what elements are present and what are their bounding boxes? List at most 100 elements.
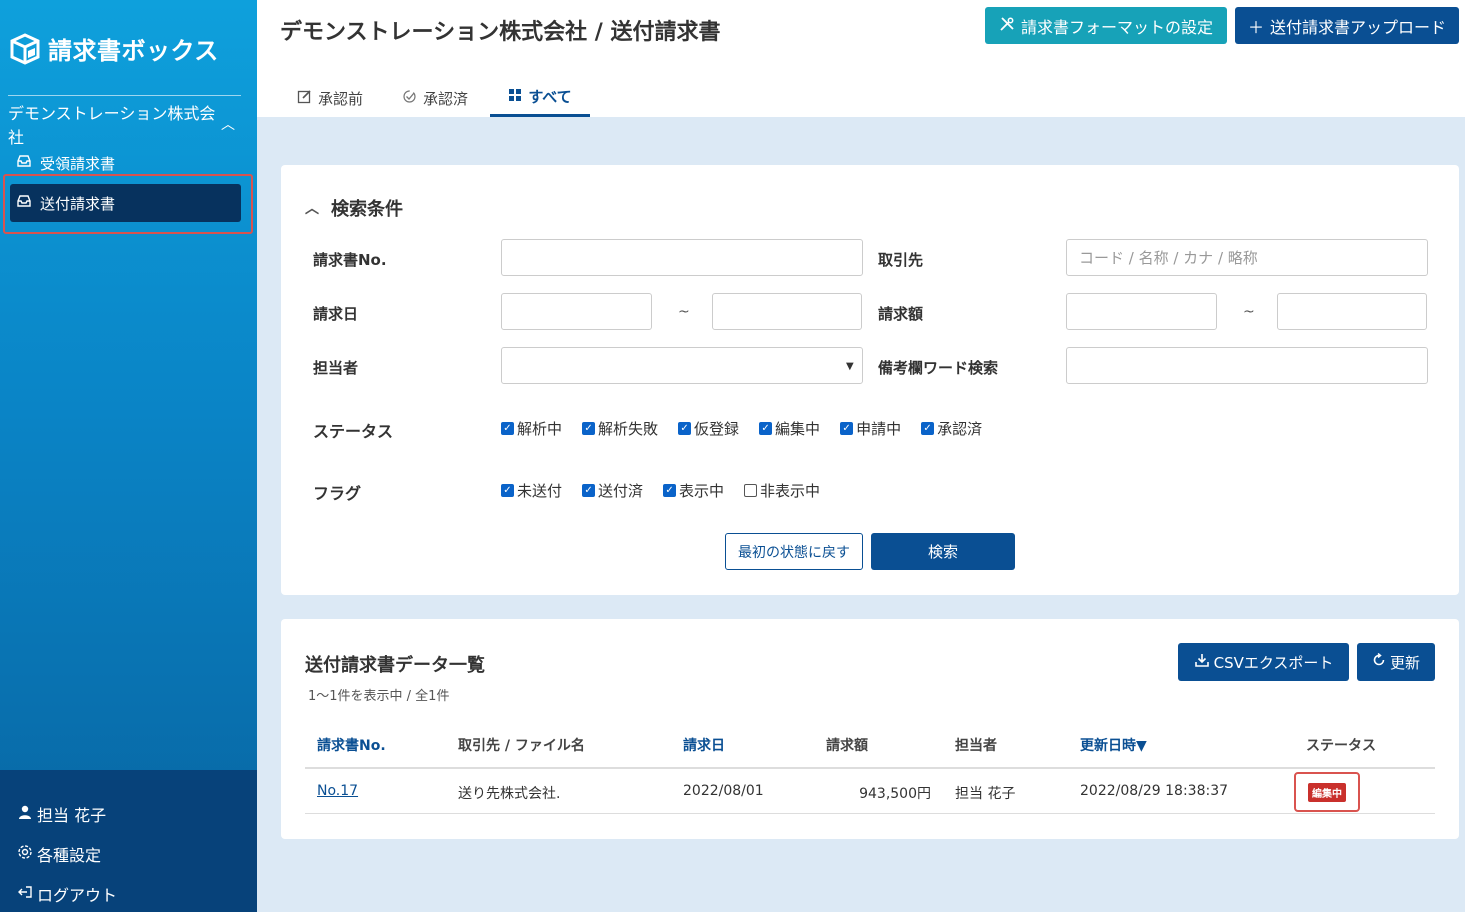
- checkbox-label: 表示中: [679, 482, 725, 500]
- checkbox-label: 申請中: [856, 420, 902, 438]
- checkbox-checked-icon: ✓: [921, 422, 935, 435]
- tab-all[interactable]: すべて: [490, 79, 590, 117]
- edit-icon: [297, 89, 312, 108]
- button-label: CSVエクスポート: [1213, 653, 1334, 672]
- user-name: 担当 花子: [37, 806, 107, 825]
- company-selector[interactable]: デモンストレーション株式会社 ︿: [8, 104, 241, 147]
- amount-cell: 943,500円: [859, 786, 931, 802]
- status-checkbox[interactable]: ✓ 承認済: [921, 418, 982, 439]
- settings-link[interactable]: 各種設定: [17, 842, 101, 866]
- button-label: 送付請求書アップロード: [1270, 17, 1447, 37]
- caret-down-icon: ▼: [846, 361, 854, 372]
- status-checkbox[interactable]: ✓ 解析失敗: [582, 418, 658, 439]
- user-profile-link[interactable]: 担当 花子: [17, 802, 106, 826]
- checkbox-label: 非表示中: [760, 482, 821, 500]
- checkbox-label: 承認済: [937, 420, 983, 438]
- status-badge: 編集中: [1308, 782, 1346, 802]
- tab-label: 承認前: [318, 89, 364, 108]
- search-button[interactable]: 検索: [871, 533, 1015, 570]
- check-circle-icon: [402, 89, 417, 108]
- sidebar-item-label: 受領請求書: [40, 154, 116, 173]
- upload-sent-invoice-button[interactable]: ＋ 送付請求書アップロード: [1235, 7, 1459, 44]
- partner-input[interactable]: [1066, 239, 1428, 276]
- checkbox-checked-icon: ✓: [663, 484, 677, 497]
- checkbox-checked-icon: ✓: [582, 484, 596, 497]
- download-icon: [1194, 652, 1210, 672]
- grid-icon: [508, 88, 522, 106]
- tab-approved[interactable]: 承認済: [402, 79, 468, 117]
- flag-checkbox[interactable]: ✓ 未送付: [501, 480, 562, 501]
- page-title: デモンストレーション株式会社 / 送付請求書: [280, 20, 721, 45]
- remarks-search-input[interactable]: [1066, 347, 1428, 384]
- sort-desc-icon: ▼: [1136, 738, 1147, 754]
- column-header-amount: 請求額: [826, 738, 868, 754]
- invoice-format-settings-button[interactable]: 請求書フォーマットの設定: [985, 7, 1227, 44]
- invoice-no-label: 請求書No.: [313, 251, 387, 269]
- date-cell: 2022/08/01: [683, 783, 764, 799]
- remarks-label: 備考欄ワード検索: [878, 359, 999, 377]
- refresh-button[interactable]: 更新: [1357, 643, 1435, 681]
- plus-icon: ＋: [1247, 17, 1264, 37]
- logout-link[interactable]: ログアウト: [17, 882, 117, 906]
- flag-label: フラグ: [313, 484, 362, 503]
- range-separator: ~: [678, 304, 690, 320]
- tools-icon: [999, 16, 1015, 36]
- button-label: 請求書フォーマットの設定: [1020, 17, 1213, 37]
- invoice-no-link[interactable]: No.17: [317, 783, 358, 799]
- logout-icon: [17, 884, 33, 904]
- column-header-label: 更新日時: [1080, 738, 1136, 754]
- results-panel: 送付請求書データ一覧 1〜1件を表示中 / 全1件 CSVエクスポート 更新 請…: [281, 619, 1459, 839]
- csv-export-button[interactable]: CSVエクスポート: [1178, 643, 1349, 681]
- checkbox-checked-icon: ✓: [501, 484, 514, 497]
- tab-before-approval[interactable]: 承認前: [297, 79, 363, 117]
- checkbox-label: 解析中: [517, 420, 563, 438]
- invoice-date-from-input[interactable]: [501, 293, 652, 330]
- amount-label: 請求額: [878, 305, 924, 323]
- flag-checkbox[interactable]: 非表示中: [744, 480, 820, 501]
- search-conditions-toggle[interactable]: ︿ 検索条件: [305, 195, 403, 221]
- company-name: デモンストレーション株式会社: [8, 104, 216, 147]
- status-checkbox[interactable]: ✓ 解析中: [501, 418, 562, 439]
- flag-checkbox[interactable]: ✓ 送付済: [582, 480, 643, 501]
- tab-label: すべて: [528, 88, 572, 106]
- checkbox-label: 編集中: [775, 420, 821, 438]
- person-cell: 担当 花子: [955, 786, 1016, 802]
- partner-cell: 送り先株式会社.: [458, 786, 561, 802]
- refresh-icon: [1372, 652, 1386, 671]
- flag-checkbox-group: ✓ 未送付 ✓ 送付済 ✓ 表示中 非表示中: [501, 480, 840, 501]
- checkbox-checked-icon: ✓: [501, 422, 514, 435]
- reset-button[interactable]: 最初の状態に戻す: [725, 533, 863, 570]
- amount-from-input[interactable]: [1066, 293, 1217, 330]
- settings-label: 各種設定: [37, 846, 102, 865]
- app-logo[interactable]: 請求書ボックス: [8, 28, 219, 68]
- search-title: 検索条件: [331, 199, 403, 220]
- column-header-invoice-no[interactable]: 請求書No.: [317, 735, 386, 755]
- column-header-updated[interactable]: 更新日時▼: [1080, 735, 1147, 755]
- updated-cell: 2022/08/29 18:38:37: [1080, 783, 1229, 799]
- page-header: デモンストレーション株式会社 / 送付請求書 請求書フォーマットの設定 ＋ 送付…: [257, 0, 1465, 117]
- invoice-no-input[interactable]: [501, 239, 863, 276]
- status-checkbox[interactable]: ✓ 仮登録: [678, 418, 739, 439]
- chevron-up-icon: ︿: [305, 201, 319, 217]
- tab-label: 承認済: [423, 89, 469, 108]
- person-select[interactable]: [501, 347, 863, 384]
- amount-to-input[interactable]: [1277, 293, 1427, 330]
- table-row-divider: [305, 813, 1435, 814]
- user-menu: 担当 花子 各種設定 ログアウト: [0, 770, 257, 912]
- user-icon: [17, 804, 33, 824]
- button-label: 更新: [1389, 653, 1420, 672]
- logout-label: ログアウト: [37, 886, 118, 905]
- sidebar: 請求書ボックス デモンストレーション株式会社 ︿ 受領請求書 送付請求書 担当 …: [0, 0, 257, 912]
- invoice-date-label: 請求日: [313, 305, 359, 323]
- invoice-date-to-input[interactable]: [712, 293, 862, 330]
- box-logo-icon: [8, 31, 42, 65]
- status-checkbox[interactable]: ✓ 申請中: [840, 418, 901, 439]
- status-checkbox[interactable]: ✓ 編集中: [759, 418, 820, 439]
- partner-label: 取引先: [878, 251, 924, 269]
- checkbox-checked-icon: ✓: [582, 422, 596, 435]
- flag-checkbox[interactable]: ✓ 表示中: [663, 480, 724, 501]
- column-header-date[interactable]: 請求日: [683, 735, 725, 755]
- column-header-person: 担当者: [955, 738, 997, 754]
- column-header-status: ステータス: [1306, 738, 1376, 754]
- person-label: 担当者: [313, 359, 359, 377]
